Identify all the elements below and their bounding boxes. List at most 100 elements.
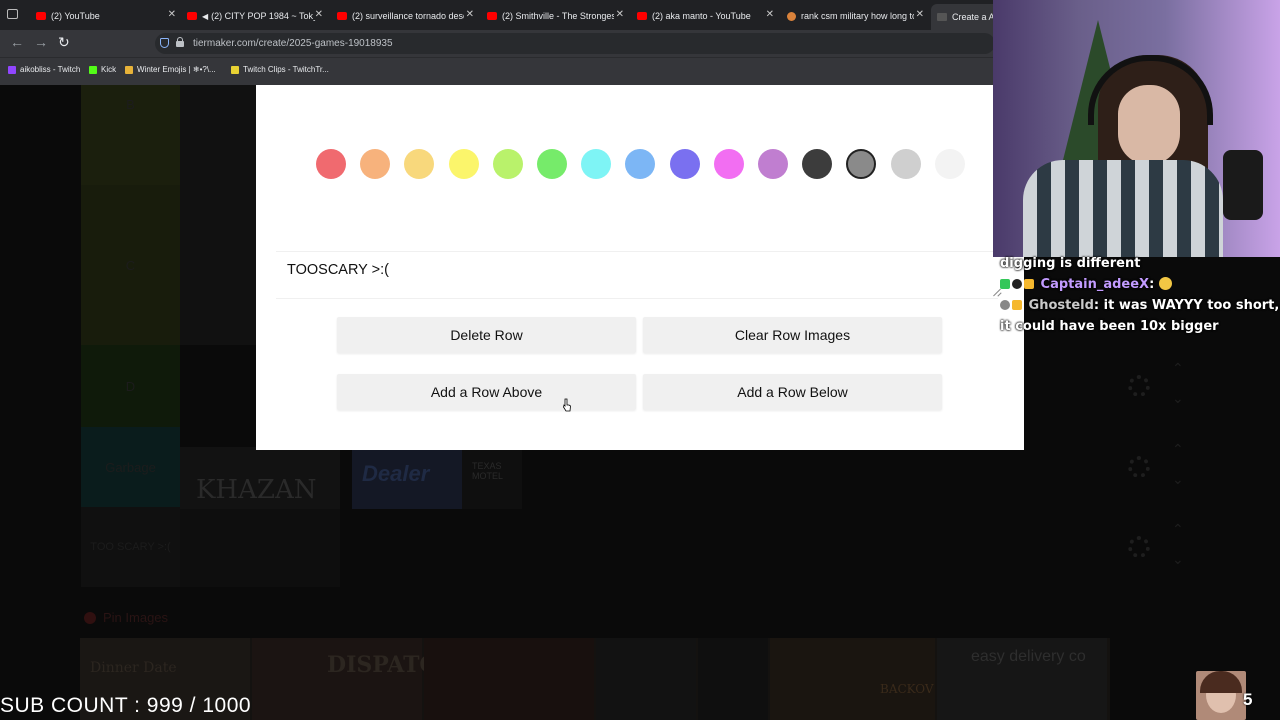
chevron-up-icon[interactable]: ⌃	[1172, 521, 1184, 538]
tile-title: Dealer	[362, 461, 430, 486]
back-icon[interactable]: ←	[10, 34, 24, 50]
game-tile[interactable]	[180, 509, 340, 587]
pin-tile[interactable]	[424, 638, 594, 720]
color-swatch[interactable]	[316, 149, 346, 179]
delete-row-button[interactable]: Delete Row	[337, 317, 636, 353]
tier-label-b[interactable]: B	[81, 85, 180, 185]
gear-icon[interactable]	[1128, 375, 1150, 397]
tab-city-pop[interactable]: ◀ (2) CITY POP 1984 ~ Tokyo Ni ✕	[187, 5, 323, 27]
chat-text: digging is different	[1000, 256, 1141, 271]
tab-title: (2) aka manto - YouTube	[652, 11, 751, 21]
game-tile[interactable]: TEXAS MOTEL	[462, 447, 522, 509]
row-label-text: TOOSCARY >:(	[287, 262, 389, 278]
color-swatch[interactable]	[669, 149, 700, 179]
color-swatch[interactable]	[360, 149, 391, 179]
youtube-icon	[487, 12, 497, 20]
tab-tiermaker[interactable]: Create a AIK	[931, 4, 999, 30]
color-swatch[interactable]	[713, 149, 744, 179]
shield-icon	[160, 38, 169, 48]
add-row-below-button[interactable]: Add a Row Below	[643, 374, 942, 410]
chat-overlay: digging is different Captain_adeeX: Ghos…	[1000, 253, 1280, 337]
tab-smithville[interactable]: (2) Smithville - The Strongest Te ✕	[487, 5, 624, 27]
bookmark-label: Twitch Clips - TwitchTr...	[243, 65, 329, 74]
chat-message: Captain_adeeX:	[1000, 274, 1280, 295]
gear-icon[interactable]	[1128, 536, 1150, 558]
color-swatch[interactable]	[934, 149, 965, 179]
color-swatch[interactable]	[890, 149, 921, 179]
color-swatch[interactable]	[581, 149, 612, 179]
close-icon[interactable]: ✕	[168, 9, 176, 20]
chat-message: digging is different	[1000, 253, 1280, 274]
tab-search-icon[interactable]	[7, 9, 18, 19]
tier-label-too-scary[interactable]: TOO SCARY >:(	[81, 507, 180, 587]
crown-icon	[1024, 279, 1034, 289]
kick-icon	[89, 65, 97, 74]
color-swatch[interactable]	[802, 149, 833, 179]
tile-title: KHAZAN	[196, 475, 317, 505]
pin-images-heading: Pin Images	[103, 610, 169, 625]
game-tile[interactable]: KHAZAN	[180, 447, 340, 509]
reload-icon[interactable]: ↻	[58, 34, 70, 51]
pin-icon	[84, 612, 96, 624]
bookmark-kick[interactable]: Kick	[89, 65, 116, 74]
close-icon[interactable]: ✕	[613, 9, 624, 20]
pin-tile[interactable]	[596, 638, 696, 720]
game-tile[interactable]: Dealer	[352, 447, 462, 509]
badge-icon	[1000, 300, 1010, 310]
color-swatch[interactable]	[537, 149, 567, 179]
youtube-icon	[337, 12, 347, 20]
tab-surveillance[interactable]: (2) surveillance tornado desert ✕	[337, 5, 474, 27]
color-swatch[interactable]	[448, 149, 479, 179]
tab-youtube[interactable]: (2) YouTube ✕	[36, 5, 176, 27]
color-swatch[interactable]	[625, 149, 656, 179]
chevron-up-icon[interactable]: ⌃	[1172, 360, 1184, 377]
chevron-up-icon[interactable]: ⌃	[1172, 441, 1184, 458]
bookmark-label: aikobliss - Twitch	[20, 65, 81, 74]
chat-username: Ghosteld	[1028, 298, 1094, 313]
subscriber-avatar	[1196, 671, 1246, 720]
star-icon	[1012, 300, 1022, 310]
tile-title: BACKOV	[880, 682, 934, 696]
bookmark-label: Winter Emojis | ❄•?\...	[137, 65, 216, 74]
tab-rank-csm[interactable]: rank csm military how long to s ✕	[787, 5, 924, 27]
youtube-icon	[36, 12, 46, 20]
gear-icon[interactable]	[1128, 456, 1150, 478]
bookmark-winter-emojis[interactable]: Winter Emojis | ❄•?\...	[125, 65, 216, 74]
tile-title: easy delivery co	[971, 648, 1086, 665]
chevron-down-icon[interactable]: ⌄	[1172, 390, 1184, 407]
pin-tile[interactable]: easy delivery co	[937, 638, 1107, 720]
pin-tile[interactable]: BACKOV	[770, 638, 935, 720]
tab-aka-manto[interactable]: (2) aka manto - YouTube ✕	[637, 5, 774, 27]
add-row-above-button[interactable]: Add a Row Above	[337, 374, 636, 410]
bookmark-aikobliss[interactable]: aikobliss - Twitch	[8, 65, 80, 74]
hand-cursor-icon	[563, 398, 571, 412]
sub-badge-number: 5	[1243, 690, 1253, 709]
close-icon[interactable]: ✕	[913, 9, 924, 20]
close-icon[interactable]: ✕	[312, 9, 323, 20]
row-label-input[interactable]: TOOSCARY >:(	[276, 251, 998, 299]
pin-tile[interactable]: DISPATCH	[252, 638, 458, 720]
color-swatch[interactable]	[758, 149, 788, 179]
bookmark-twitch-clips[interactable]: Twitch Clips - TwitchTr...	[231, 65, 329, 74]
tier-label-d[interactable]: D	[81, 345, 180, 427]
tier-label-c[interactable]: C	[81, 185, 180, 345]
webcam-overlay	[993, 0, 1280, 257]
tab-title: (2) Smithville - The Strongest Te	[502, 11, 624, 21]
color-swatch[interactable]	[404, 149, 435, 179]
pin-tile[interactable]	[698, 638, 768, 720]
clear-row-images-button[interactable]: Clear Row Images	[643, 317, 942, 353]
close-icon[interactable]: ✕	[463, 9, 474, 20]
youtube-icon	[637, 12, 647, 20]
forward-icon[interactable]: →	[34, 34, 48, 50]
color-swatch[interactable]	[492, 149, 523, 179]
badge-icon	[1012, 279, 1022, 289]
url-field[interactable]: tiermaker.com/create/2025-games-19018935	[155, 33, 995, 54]
tier-label-garbage[interactable]: Garbage	[81, 427, 180, 507]
close-icon[interactable]: ✕	[766, 9, 774, 20]
chevron-down-icon[interactable]: ⌄	[1172, 471, 1184, 488]
tab-title: Create a AIK	[952, 12, 999, 22]
tab-title: (2) surveillance tornado desert	[352, 11, 474, 21]
youtube-icon	[187, 12, 197, 20]
color-swatch[interactable]	[846, 149, 877, 179]
chevron-down-icon[interactable]: ⌄	[1172, 551, 1184, 568]
